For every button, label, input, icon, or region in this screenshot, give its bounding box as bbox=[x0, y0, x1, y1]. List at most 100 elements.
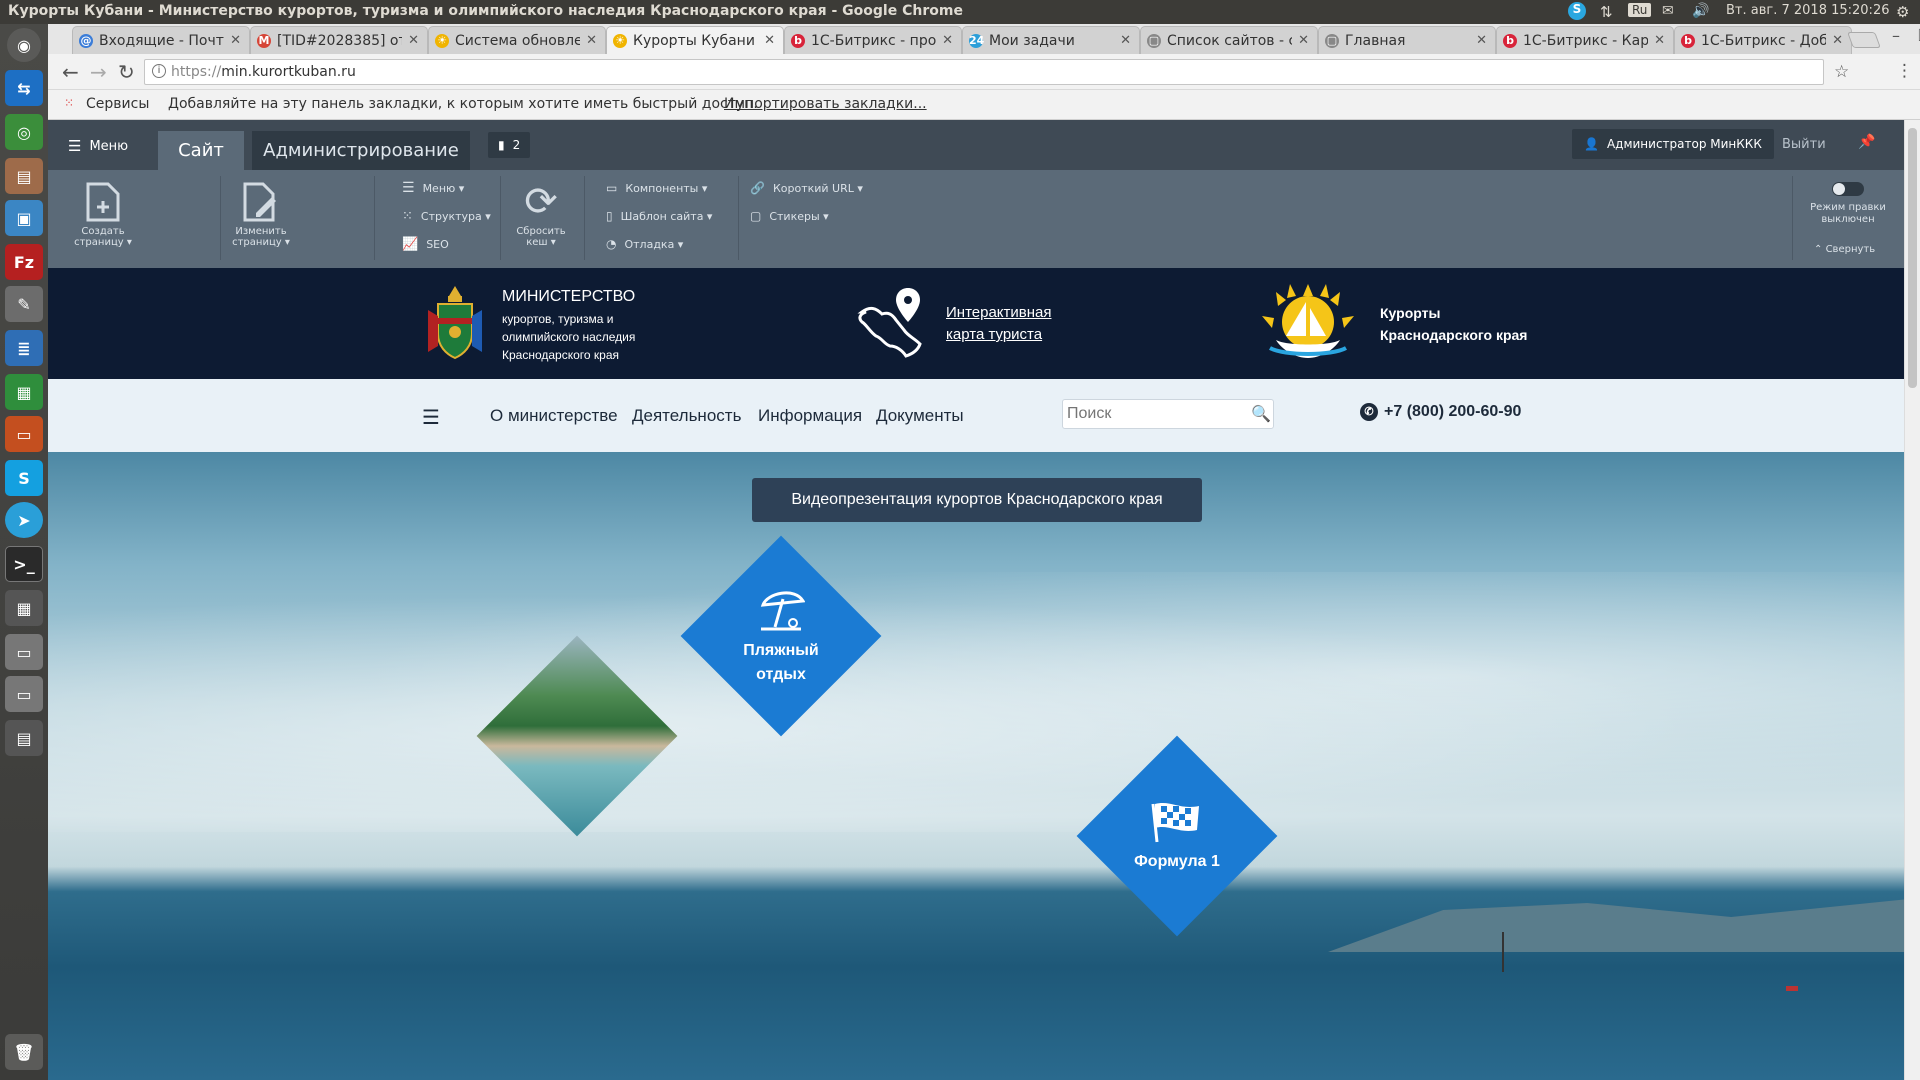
tab-close-icon[interactable]: ✕ bbox=[764, 33, 775, 48]
user-button[interactable]: 👤 Администратор МинККК bbox=[1572, 129, 1774, 159]
stickers-tool[interactable]: ▢ Стикеры ▾ bbox=[750, 206, 829, 226]
search-icon[interactable]: 🔍 bbox=[1251, 404, 1271, 423]
minimize-window-icon[interactable]: – bbox=[1892, 26, 1900, 45]
browser-tab[interactable]: ▢ Главная ✕ bbox=[1318, 26, 1496, 54]
edit-mode-toggle[interactable] bbox=[1832, 182, 1864, 196]
nav-about-ministry[interactable]: О министерстве bbox=[490, 406, 618, 426]
components-tool[interactable]: ▭ Компоненты ▾ bbox=[606, 178, 707, 198]
chrome-icon[interactable]: ◎ bbox=[5, 114, 43, 150]
logout-button[interactable]: Выйти bbox=[1782, 137, 1826, 152]
sticker-icon: ▢ bbox=[750, 209, 762, 223]
import-bookmarks-link[interactable]: Импортировать закладки... bbox=[724, 96, 927, 112]
calculator-icon[interactable]: ▦ bbox=[5, 590, 43, 626]
site-info-icon[interactable]: i bbox=[152, 64, 166, 78]
tab-administration[interactable]: Администрирование bbox=[252, 131, 470, 170]
phone-icon: ✆ bbox=[1360, 403, 1378, 421]
writer-icon[interactable]: ≣ bbox=[5, 330, 43, 366]
browser-tab[interactable]: @ Входящие - Почта ✕ bbox=[72, 26, 250, 54]
nav-information[interactable]: Информация bbox=[758, 406, 862, 426]
browser-tab[interactable]: b 1С-Битрикс - про ✕ bbox=[784, 26, 962, 54]
nav-activity[interactable]: Деятельность bbox=[632, 406, 741, 426]
tab-site[interactable]: Сайт bbox=[158, 131, 244, 170]
workspace-switcher-icon[interactable]: ▤ bbox=[5, 720, 43, 756]
skype-tray-icon[interactable]: S bbox=[1568, 2, 1586, 20]
tab-close-icon[interactable]: ✕ bbox=[1120, 33, 1131, 48]
site-template-tool[interactable]: ▯ Шаблон сайта ▾ bbox=[606, 206, 712, 226]
browser-tab[interactable]: b 1С-Битрикс - Кар ✕ bbox=[1496, 26, 1674, 54]
create-page-label: Создать bbox=[81, 226, 125, 237]
trash-icon[interactable]: 🗑 bbox=[5, 1034, 43, 1070]
browser-tab[interactable]: b 1С-Битрикс - Доб ✕ bbox=[1674, 26, 1852, 54]
site-hamburger-icon[interactable]: ☰ bbox=[422, 405, 440, 429]
phone-number[interactable]: ✆ +7 (800) 200-60-90 bbox=[1360, 403, 1521, 421]
refresh-icon: ⟳ bbox=[524, 178, 558, 225]
interactive-map-link[interactable]: Интерактивная карта туриста bbox=[946, 302, 1052, 346]
apps-grid-icon[interactable]: ⁙ bbox=[64, 96, 74, 110]
create-page-button[interactable]: Создать страницу ▾ bbox=[72, 178, 134, 248]
tab-close-icon[interactable]: ✕ bbox=[586, 33, 597, 48]
bookmark-star-icon[interactable]: ☆ bbox=[1834, 62, 1849, 82]
debug-tool[interactable]: ◔ Отладка ▾ bbox=[606, 234, 683, 254]
tab-favicon-icon: b bbox=[1681, 33, 1695, 48]
notifications-button[interactable]: ▮ 2 bbox=[488, 132, 531, 158]
bx-menu-button[interactable]: ☰ Меню bbox=[68, 137, 128, 155]
browser-tab[interactable]: ▢ Список сайтов - с ✕ bbox=[1140, 26, 1318, 54]
nav-documents[interactable]: Документы bbox=[876, 406, 964, 426]
teamviewer-icon[interactable]: ⇆ bbox=[5, 70, 43, 106]
forward-arrow-icon[interactable]: → bbox=[90, 60, 107, 84]
clock[interactable]: Вт. авг. 7 2018 15:20:26 bbox=[1726, 3, 1889, 18]
file-manager-icon[interactable]: ▤ bbox=[5, 158, 43, 194]
power-gear-icon[interactable]: ⚙ bbox=[1896, 3, 1909, 21]
virtualbox-icon[interactable]: ▣ bbox=[5, 200, 43, 236]
short-url-tool[interactable]: 🔗 Короткий URL ▾ bbox=[750, 178, 863, 198]
tab-close-icon[interactable]: ✕ bbox=[1298, 33, 1309, 48]
volume-icon[interactable]: 🔊 bbox=[1692, 3, 1709, 19]
tab-close-icon[interactable]: ✕ bbox=[408, 33, 419, 48]
video-presentation-button[interactable]: Видеопрезентация курортов Краснодарского… bbox=[752, 478, 1202, 522]
skype-icon[interactable]: S bbox=[5, 460, 43, 496]
address-bar[interactable]: i https://min.kurortkuban.ru bbox=[144, 59, 1824, 85]
network-icon[interactable]: ⇅ bbox=[1600, 3, 1613, 21]
browser-tab[interactable]: ☀ Система обновле ✕ bbox=[428, 26, 606, 54]
scrollbar-thumb[interactable] bbox=[1908, 128, 1917, 388]
terminal-icon[interactable]: >_ bbox=[5, 546, 43, 582]
browser-tab[interactable]: M [TID#2028385] от ✕ bbox=[250, 26, 428, 54]
drive-2-icon[interactable]: ▭ bbox=[5, 676, 43, 712]
dash-home-icon[interactable]: ◉ bbox=[7, 28, 41, 62]
new-tab-button[interactable] bbox=[1847, 32, 1881, 48]
keyboard-layout-indicator[interactable]: Ru bbox=[1628, 3, 1652, 17]
tab-title: [TID#2028385] от bbox=[277, 32, 403, 49]
telegram-icon[interactable]: ➤ bbox=[5, 502, 43, 538]
text-editor-icon[interactable]: ✎ bbox=[5, 286, 43, 322]
impress-icon[interactable]: ▭ bbox=[5, 416, 43, 452]
apps-shortcut[interactable]: Сервисы bbox=[86, 96, 149, 112]
edit-page-button[interactable]: Изменить страницу ▾ bbox=[230, 178, 292, 248]
tab-close-icon[interactable]: ✕ bbox=[230, 33, 241, 48]
seo-tool[interactable]: 📈 SEO bbox=[402, 234, 449, 254]
tile-formula-1[interactable]: Формула 1 bbox=[1076, 735, 1278, 937]
tab-close-icon[interactable]: ✕ bbox=[1476, 33, 1487, 48]
back-arrow-icon[interactable]: ← bbox=[62, 60, 79, 84]
menu-tool[interactable]: ☰ Меню ▾ bbox=[402, 178, 464, 198]
reset-cache-button[interactable]: ⟳ Сбросить кеш ▾ bbox=[510, 178, 572, 249]
collapse-panel-button[interactable]: ⌃ Свернуть bbox=[1814, 244, 1875, 255]
site-search-input[interactable] bbox=[1067, 403, 1237, 425]
calc-icon[interactable]: ▦ bbox=[5, 374, 43, 410]
krasnodar-map-icon[interactable] bbox=[856, 282, 928, 366]
browser-tab[interactable]: ☀ Курорты Кубани ✕ bbox=[606, 26, 784, 54]
chrome-menu-icon[interactable]: ⋮ bbox=[1896, 61, 1913, 81]
tab-close-icon[interactable]: ✕ bbox=[942, 33, 953, 48]
tab-title: Мои задачи bbox=[989, 32, 1075, 49]
reload-icon[interactable]: ↻ bbox=[118, 60, 135, 84]
tab-close-icon[interactable]: ✕ bbox=[1654, 33, 1665, 48]
structure-tool[interactable]: ⁙ Структура ▾ bbox=[402, 206, 491, 226]
page-scrollbar[interactable] bbox=[1904, 120, 1920, 1080]
tile-beach-rest[interactable]: Пляжный отдых bbox=[680, 535, 882, 737]
user-icon: 👤 bbox=[1584, 137, 1599, 151]
mail-icon[interactable]: ✉ bbox=[1662, 3, 1674, 19]
browser-tab[interactable]: 24 Мои задачи ✕ bbox=[962, 26, 1140, 54]
drive-icon[interactable]: ▭ bbox=[5, 634, 43, 670]
filezilla-icon[interactable]: Fz bbox=[5, 244, 43, 280]
pin-icon[interactable]: 📌 bbox=[1858, 134, 1875, 150]
tab-close-icon[interactable]: ✕ bbox=[1832, 33, 1843, 48]
